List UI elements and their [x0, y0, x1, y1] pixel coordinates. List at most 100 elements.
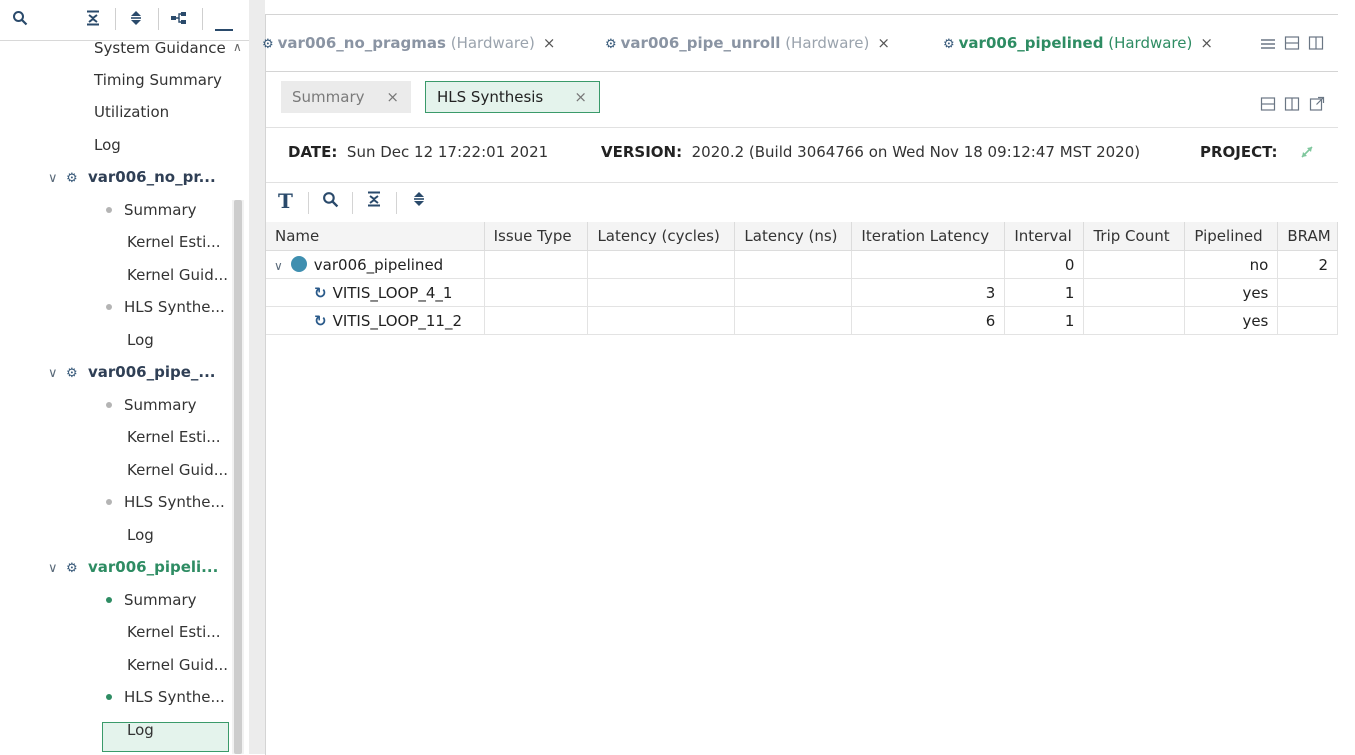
kernel-gear-icon: ⚙ — [262, 37, 274, 52]
cell-bram — [1277, 278, 1338, 307]
tree-item-summary[interactable]: Summary — [106, 389, 197, 421]
table-row[interactable]: ∨ var006_pipelined 0 no 2 — [266, 250, 1338, 279]
close-icon[interactable]: × — [574, 82, 587, 112]
report-editor: ⚙ var006_no_pragmas (Hardware) × ⚙ var006_p… — [262, 14, 1338, 755]
project-info: PROJECT: — [1200, 128, 1278, 176]
tree-item-log[interactable]: Log — [127, 519, 154, 551]
tree-item-kernel-guidance[interactable]: Kernel Guid... — [127, 454, 228, 486]
tree-item-utilization[interactable]: Utilization — [94, 96, 169, 128]
cell-trip-count — [1083, 250, 1186, 279]
tree-item-timing-summary[interactable]: Timing Summary — [94, 64, 222, 96]
expand-diagonal-icon[interactable] — [1298, 143, 1316, 164]
column-header-pipelined[interactable]: Pipelined — [1184, 222, 1279, 251]
hierarchy-icon[interactable] — [170, 10, 188, 30]
editor-tab-pipelined[interactable]: ⚙ var006_pipelined (Hardware) × — [943, 29, 1213, 57]
search-icon[interactable] — [322, 191, 339, 213]
report-tab-hls-synthesis[interactable]: HLS Synthesis × — [425, 81, 600, 113]
tree-item-kernel-guidance[interactable]: Kernel Guid... — [127, 649, 228, 681]
column-header-trip-count[interactable]: Trip Count — [1083, 222, 1186, 251]
column-header-latency-cycles[interactable]: Latency (cycles) — [587, 222, 736, 251]
split-horizontal-icon[interactable] — [1284, 35, 1300, 55]
tree-item-log[interactable]: Log — [127, 324, 154, 356]
split-vertical-icon[interactable] — [1308, 35, 1324, 55]
scroll-up-icon[interactable]: ∧ — [233, 40, 242, 54]
tree-item-label: Utilization — [94, 103, 170, 121]
cell-issue-type — [484, 306, 589, 335]
float-window-icon[interactable] — [1309, 96, 1325, 116]
close-icon[interactable]: × — [1200, 34, 1213, 52]
column-header-interval[interactable]: Interval — [1004, 222, 1085, 251]
report-info-bar: DATE: Sun Dec 12 17:22:01 2021 VERSION: … — [266, 128, 1338, 183]
tree-item-kernel-guidance[interactable]: Kernel Guid... — [127, 259, 228, 291]
collapse-all-icon[interactable] — [366, 191, 382, 212]
cell-latency-cycles — [587, 250, 736, 279]
tree-item-hls-synthesis-selected[interactable]: HLS Synthe... — [106, 681, 225, 713]
tree-item-summary[interactable]: Summary — [106, 194, 197, 226]
collapse-all-icon[interactable] — [85, 10, 101, 30]
scrollbar-thumb[interactable] — [234, 200, 242, 754]
chevron-down-icon[interactable]: ∨ — [48, 553, 66, 585]
chevron-down-icon[interactable]: ∨ — [48, 358, 66, 390]
version-info: VERSION: 2020.2 (Build 3064766 on Wed No… — [601, 128, 1140, 176]
expand-all-icon[interactable] — [128, 10, 144, 30]
expand-all-icon[interactable] — [411, 191, 427, 212]
chevron-down-icon[interactable]: ∨ — [274, 259, 283, 273]
column-header-iteration-latency[interactable]: Iteration Latency — [851, 222, 1006, 251]
cell-iteration-latency — [851, 250, 1006, 279]
tree-item-hls-synthesis[interactable]: HLS Synthe... — [106, 291, 225, 323]
table-row[interactable]: ↻ VITIS_LOOP_4_1 3 1 yes — [266, 278, 1338, 307]
tree-item-kernel-estimate[interactable]: Kernel Esti... — [127, 616, 221, 648]
editor-tab-pipe-unroll[interactable]: ⚙ var006_pipe_unroll (Hardware) × — [605, 29, 890, 57]
tab-label: HLS Synthesis — [437, 88, 544, 106]
panel-splitter[interactable] — [249, 0, 265, 754]
tree-item-log[interactable]: Log — [94, 129, 121, 161]
tree-item-system-guidance[interactable]: System Guidance — [94, 40, 226, 64]
cell-name: ↻ VITIS_LOOP_11_2 — [266, 306, 485, 335]
date-info: DATE: Sun Dec 12 17:22:01 2021 — [288, 128, 548, 176]
tree-item-label: Log — [127, 526, 154, 544]
tree-project-no-pragmas[interactable]: ∨ ⚙ var006_no_pr... — [48, 161, 216, 193]
tab-label: Summary — [292, 88, 365, 106]
search-icon[interactable] — [12, 10, 28, 30]
tree-item-label: Timing Summary — [94, 71, 222, 89]
date-value: Sun Dec 12 17:22:01 2021 — [346, 143, 549, 161]
cell-name: ∨ var006_pipelined — [266, 250, 485, 279]
close-icon[interactable]: × — [543, 34, 556, 52]
date-label: DATE: — [288, 143, 338, 161]
tree-item-kernel-estimate[interactable]: Kernel Esti... — [127, 226, 221, 258]
tab-type: (Hardware) — [785, 34, 870, 52]
flow-navigator-panel: System Guidance Timing Summary Utilizati… — [0, 0, 249, 754]
tree-item-summary[interactable]: Summary — [106, 584, 197, 616]
tree-item-kernel-estimate[interactable]: Kernel Esti... — [127, 421, 221, 453]
tree-item-label: Log — [94, 136, 121, 154]
table-toolbar: T — [266, 183, 1338, 221]
loop-icon: ↻ — [314, 311, 327, 330]
close-icon[interactable]: × — [877, 34, 890, 52]
editor-tab-no-pragmas[interactable]: ⚙ var006_no_pragmas (Hardware) × — [262, 29, 555, 57]
chevron-down-icon[interactable]: ∨ — [48, 163, 66, 195]
tree-item-hls-synthesis[interactable]: HLS Synthe... — [106, 486, 225, 518]
tree-item-log[interactable]: Log — [127, 714, 154, 746]
split-horizontal-icon[interactable] — [1260, 96, 1276, 116]
tree-item-label: Log — [127, 721, 154, 739]
split-vertical-icon[interactable] — [1284, 96, 1300, 116]
tree-project-pipe-unroll[interactable]: ∨ ⚙ var006_pipe_... — [48, 356, 216, 388]
text-format-icon[interactable]: T — [278, 189, 293, 213]
version-value: 2020.2 (Build 3064766 on Wed Nov 18 09:1… — [691, 143, 1141, 161]
tab-list-icon[interactable] — [1260, 35, 1276, 55]
column-header-latency-ns[interactable]: Latency (ns) — [734, 222, 853, 251]
row-name: var006_pipelined — [313, 255, 444, 274]
column-header-name[interactable]: Name — [266, 222, 485, 251]
navigator-toolbar — [0, 0, 249, 41]
row-name: VITIS_LOOP_11_2 — [332, 311, 462, 330]
column-header-issue-type[interactable]: Issue Type — [484, 222, 589, 251]
minimize-icon[interactable] — [215, 18, 233, 36]
row-name: VITIS_LOOP_4_1 — [332, 283, 453, 302]
column-header-bram[interactable]: BRAM — [1277, 222, 1338, 251]
report-tab-summary[interactable]: Summary × — [281, 81, 411, 113]
close-icon[interactable]: × — [386, 81, 399, 113]
cell-bram — [1277, 306, 1338, 335]
tree-project-pipelined[interactable]: ∨ ⚙ var006_pipeli... — [48, 551, 218, 583]
table-row[interactable]: ↻ VITIS_LOOP_11_2 6 1 yes — [266, 306, 1338, 335]
cell-latency-cycles — [587, 306, 736, 335]
